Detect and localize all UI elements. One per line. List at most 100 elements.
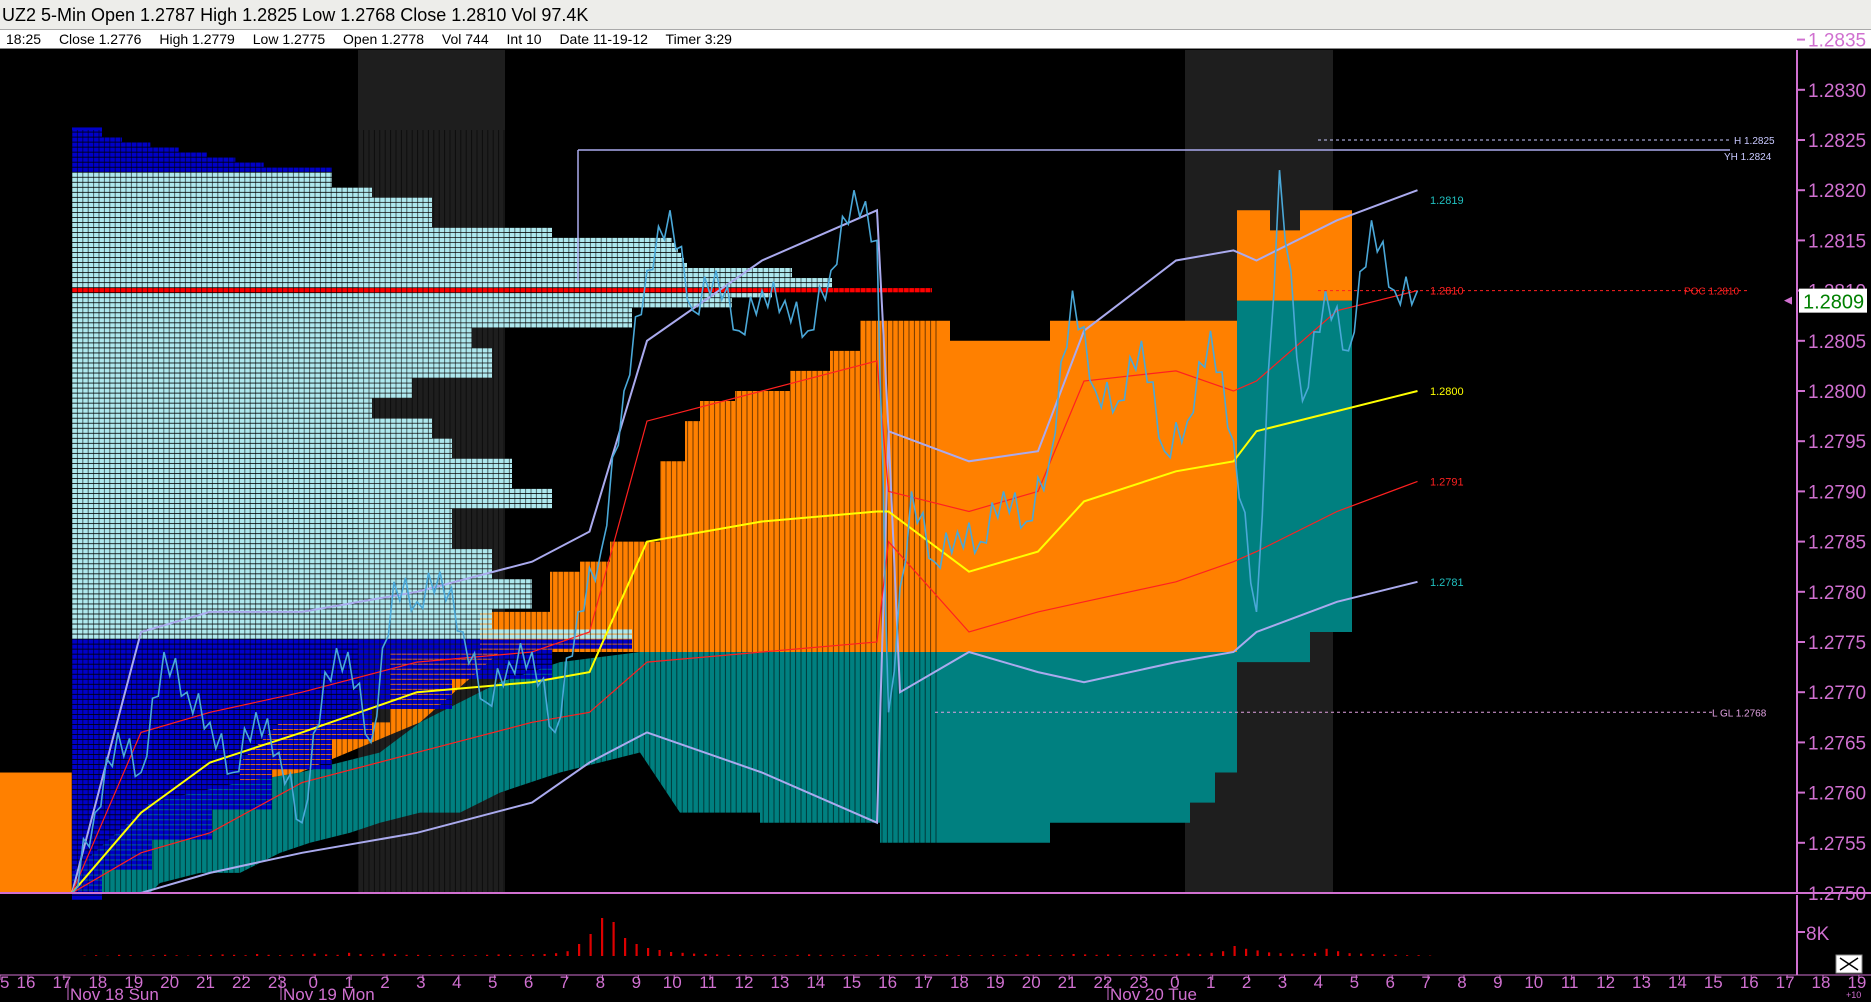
volume-bar — [1141, 954, 1144, 956]
volume-bar — [290, 954, 293, 956]
profile-row — [72, 237, 672, 243]
profile-row — [72, 619, 492, 624]
yesterday-high-label: YH 1.2824 — [1724, 152, 1772, 163]
profile-row — [72, 473, 512, 479]
volume-bar — [1038, 954, 1041, 956]
price-tick-label: 1.2750 — [1808, 884, 1866, 905]
profile-row — [72, 398, 372, 403]
volume-bar — [750, 955, 753, 956]
volume-bar — [1233, 946, 1236, 956]
level-label-1: 1.2810 — [1430, 286, 1464, 298]
profile-row — [72, 413, 372, 418]
profile-row — [72, 493, 552, 499]
profile-row — [72, 323, 632, 328]
price-chart[interactable]: H 1.2825 YH 1.2824 POC 1.2810 L GL 1.2768 1.… — [0, 0, 1871, 1002]
price-tick-label: 1.2800 — [1808, 382, 1866, 403]
price-tick-label: 1.2790 — [1808, 482, 1866, 503]
volume-bar — [428, 955, 431, 956]
volume-bar — [877, 954, 880, 956]
volume-bar — [1325, 948, 1328, 956]
volume-bar — [739, 954, 742, 956]
volume-bar — [1084, 954, 1087, 956]
price-tick-label: 1.2780 — [1808, 583, 1866, 604]
volume-bar — [808, 954, 811, 956]
price-tick-label: 1.2820 — [1808, 181, 1866, 202]
level-label-3: 1.2791 — [1430, 476, 1464, 488]
volume-bar — [486, 954, 489, 956]
volume-bar — [1406, 955, 1409, 956]
volume-bar — [244, 955, 247, 956]
volume-bar — [1095, 954, 1098, 956]
profile-row — [72, 488, 552, 494]
profile-row — [72, 363, 492, 368]
profile-row — [72, 373, 492, 378]
volume-bar — [635, 944, 638, 956]
time-tick-label: 10 — [1524, 973, 1543, 992]
profile-row — [72, 187, 372, 192]
volume-bar — [923, 954, 926, 956]
volume-bar — [463, 955, 466, 956]
volume-bar — [164, 954, 167, 956]
time-tick-label: 14 — [1668, 973, 1687, 992]
volume-bar — [1371, 954, 1374, 956]
profile-row — [72, 353, 492, 358]
profile-row — [72, 674, 552, 679]
profile-row — [72, 137, 122, 142]
volume-bar — [1291, 953, 1294, 956]
profile-row — [72, 403, 372, 408]
time-tick-label: 16 — [17, 973, 36, 992]
volume-bar — [152, 955, 155, 956]
volume-bar — [233, 954, 236, 956]
volume-bar — [693, 953, 696, 956]
profile-row — [72, 614, 492, 619]
profile-row — [72, 539, 452, 544]
profile-row — [72, 513, 452, 519]
volume-bar — [1176, 954, 1179, 956]
volume-bar — [1210, 952, 1213, 956]
time-tick-label: 3 — [1278, 973, 1287, 992]
profile-row — [72, 534, 452, 539]
volume-bar — [118, 954, 121, 956]
profile-row — [72, 855, 152, 860]
time-tick-label: 21 — [1058, 973, 1077, 992]
price-tick-label: 1.2795 — [1808, 432, 1866, 453]
price-tick-label: 1.2805 — [1808, 332, 1866, 353]
profile-row — [72, 669, 552, 674]
volume-bar — [325, 954, 328, 956]
time-tick-label: 20 — [1022, 973, 1041, 992]
time-tick-label: 5 — [488, 973, 497, 992]
profile-row — [72, 152, 207, 157]
volume-bar — [1107, 954, 1110, 956]
profile-row — [72, 584, 532, 589]
profile-row — [72, 227, 552, 233]
time-tick-label: 11 — [1561, 973, 1579, 992]
volume-bar — [969, 955, 972, 956]
volume-bar — [1199, 954, 1202, 956]
level-label-4: 1.2781 — [1430, 577, 1464, 589]
price-tick-label: 1.2760 — [1808, 784, 1866, 805]
volume-bar — [371, 954, 374, 956]
volume-bar — [1072, 954, 1075, 956]
profile-row — [72, 704, 452, 709]
volume-bar — [382, 953, 385, 956]
high-label: H 1.2825 — [1734, 136, 1775, 147]
volume-bar — [302, 954, 305, 956]
volume-bar — [589, 934, 592, 956]
profile-row — [72, 498, 552, 504]
volume-bar — [1187, 953, 1190, 956]
volume-bar — [865, 955, 868, 956]
profile-row — [72, 192, 372, 197]
volume-bar — [520, 955, 523, 956]
volume-bar — [1026, 954, 1029, 956]
time-tick-label: 15 — [1704, 973, 1723, 992]
time-tick-label: 18 — [950, 973, 969, 992]
volume-bar — [670, 952, 673, 956]
price-tick-label: 1.2815 — [1808, 231, 1866, 252]
volume-bar — [1153, 954, 1156, 956]
profile-row — [72, 664, 552, 669]
profile-row — [72, 247, 678, 253]
time-tick-label: 12 — [735, 973, 754, 992]
profile-row — [72, 303, 732, 308]
profile-row — [72, 689, 452, 694]
volume-bar — [566, 951, 569, 956]
